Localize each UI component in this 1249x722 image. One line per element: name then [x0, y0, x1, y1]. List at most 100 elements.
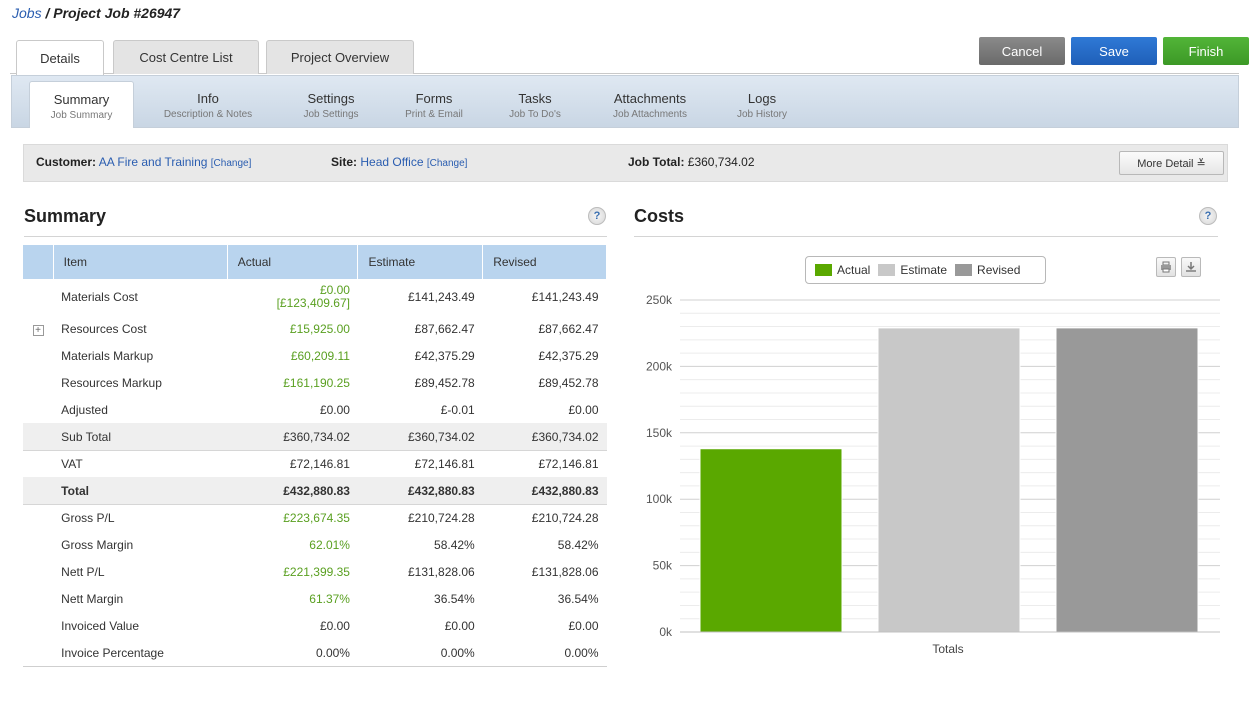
- row-revised-value: 58.42%: [557, 537, 599, 552]
- row-revised-value: £0.00: [568, 618, 599, 633]
- costs-divider: [634, 236, 1218, 237]
- expand-icon[interactable]: +: [32, 324, 44, 336]
- row-expander-cell: [23, 504, 53, 531]
- subtab-sublabel: Print & Email: [405, 109, 463, 120]
- subtab-label: Summary: [53, 92, 110, 107]
- breadcrumb-separator: /: [41, 5, 54, 21]
- row-actual-value: £0.00 [£123,409.67]: [227, 279, 358, 315]
- row-item-label: Resources Markup: [61, 375, 162, 390]
- row-revised-value: £42,375.29: [538, 348, 599, 363]
- site-info: Site: Head Office [Change]: [331, 155, 467, 169]
- row-item-label: VAT: [61, 456, 83, 471]
- legend-swatch: [878, 264, 896, 276]
- row-estimate-value: £141,243.49: [407, 289, 475, 304]
- app-root: Jobs / Project Job #26947 Details Cost C…: [0, 0, 1249, 722]
- subtab-sublabel: Job History: [736, 109, 787, 120]
- row-actual-value: £360,734.02: [227, 422, 358, 451]
- more-detail-button[interactable]: More Detail ≚: [1119, 151, 1224, 175]
- site-link[interactable]: Head Office: [360, 155, 423, 169]
- subtab-label: Settings: [307, 91, 355, 106]
- subtab-tasks[interactable]: Tasks Job To Do's: [493, 81, 577, 128]
- tab-details[interactable]: Details: [16, 40, 104, 75]
- actual-amount: £60,209.11: [290, 348, 350, 363]
- bar-estimate: [877, 327, 1021, 633]
- row-expander-cell: [23, 476, 54, 505]
- subtab-label: Attachments: [613, 91, 687, 106]
- row-expander-cell: [23, 369, 53, 396]
- actual-committed-amount: [£123,409.67]: [276, 295, 350, 310]
- row-estimate-value: £72,146.81: [414, 456, 475, 471]
- subtab-forms[interactable]: Forms Print & Email: [392, 81, 476, 128]
- table-row: Nett P/L £221,399.35 £131,828.06 £131,828.0…: [23, 558, 607, 585]
- subtab-attachments[interactable]: Attachments Job Attachments: [595, 81, 705, 128]
- row-actual-value: £223,674.35: [227, 504, 358, 531]
- row-actual-value: £0.00: [227, 612, 358, 639]
- row-revised-value: £360,734.02: [482, 422, 607, 451]
- row-estimate-value: £432,880.83: [357, 476, 483, 505]
- subtab-info[interactable]: Info Description & Notes: [148, 81, 268, 128]
- row-expander-cell: [23, 531, 53, 558]
- subtab-settings[interactable]: Settings Job Settings: [285, 81, 377, 128]
- row-item-label: Resources Cost: [61, 321, 147, 336]
- actual-amount: 62.01%: [309, 537, 350, 552]
- cancel-button[interactable]: Cancel: [979, 37, 1065, 65]
- legend-label: Revised: [977, 263, 1021, 277]
- legend-item[interactable]: Estimate: [878, 263, 947, 277]
- row-actual-value: 61.37%: [227, 585, 358, 612]
- actual-amount: £223,674.35: [283, 510, 350, 525]
- customer-link[interactable]: AA Fire and Training: [99, 155, 208, 169]
- summary-divider: [24, 236, 607, 237]
- tab-label: Details: [40, 50, 80, 66]
- print-icon[interactable]: [1156, 257, 1176, 277]
- actual-amount: £0.00: [319, 282, 350, 297]
- row-estimate-value: 58.42%: [434, 537, 475, 552]
- header-revised: Revised: [482, 245, 607, 279]
- subtab-logs[interactable]: Logs Job History: [722, 81, 802, 128]
- tab-cost-centre-list[interactable]: Cost Centre List: [113, 40, 259, 74]
- table-row: Invoiced Value £0.00 £0.00 £0.00: [23, 612, 607, 639]
- legend-label: Estimate: [900, 263, 948, 277]
- row-item-label: Nett Margin: [61, 591, 124, 606]
- site-change-link[interactable]: [Change]: [427, 158, 468, 169]
- row-expander-cell: [23, 279, 53, 315]
- legend-label: Actual: [837, 263, 871, 277]
- row-item-label: Invoiced Value: [61, 618, 140, 633]
- costs-help-icon[interactable]: ?: [1199, 207, 1217, 225]
- row-expander-cell: [23, 396, 53, 423]
- y-tick-label: 250k: [646, 293, 673, 307]
- y-tick-label: 50k: [653, 559, 673, 573]
- row-revised-value: £210,724.28: [531, 510, 599, 525]
- tab-project-overview[interactable]: Project Overview: [266, 40, 414, 74]
- row-expander-cell: [23, 558, 53, 585]
- row-item-label: Adjusted: [61, 402, 108, 417]
- finish-button[interactable]: Finish: [1163, 37, 1249, 65]
- header-estimate: Estimate: [357, 245, 484, 279]
- row-estimate-value: £360,734.02: [357, 422, 483, 451]
- actual-amount: £360,734.02: [283, 429, 350, 444]
- table-row: Nett Margin 61.37% 36.54% 36.54%: [23, 585, 607, 612]
- download-icon[interactable]: [1181, 257, 1201, 277]
- row-estimate-value: 36.54%: [434, 591, 475, 606]
- save-button[interactable]: Save: [1071, 37, 1157, 65]
- table-row: VAT £72,146.81 £72,146.81 £72,146.81: [23, 450, 607, 477]
- legend-item[interactable]: Revised: [955, 263, 1020, 277]
- subtab-sublabel: Job To Do's: [509, 109, 561, 120]
- summary-help-icon[interactable]: ?: [588, 207, 606, 225]
- breadcrumb-jobs-link[interactable]: Jobs: [12, 5, 42, 21]
- customer-change-link[interactable]: [Change]: [211, 158, 252, 169]
- table-row: Sub Total £360,734.02 £360,734.02 £360,734.…: [23, 422, 607, 451]
- costs-title: Costs: [634, 206, 685, 226]
- subtab-label: Tasks: [518, 91, 552, 106]
- row-item-label: Materials Markup: [61, 348, 154, 363]
- legend-swatch: [955, 264, 973, 276]
- table-row: Invoice Percentage 0.00% 0.00% 0.00%: [23, 639, 607, 667]
- legend-item[interactable]: Actual: [815, 263, 870, 277]
- actual-amount: 0.00%: [315, 645, 350, 660]
- row-item-label: Materials Cost: [61, 289, 138, 304]
- subtab-summary[interactable]: Summary Job Summary: [29, 81, 134, 128]
- row-estimate-value: £131,828.06: [407, 564, 475, 579]
- subtab-label: Info: [197, 91, 219, 106]
- customer-label: Customer:: [36, 155, 97, 169]
- table-row: Gross Margin 62.01% 58.42% 58.42%: [23, 531, 607, 558]
- actual-amount: £161,190.25: [283, 375, 350, 390]
